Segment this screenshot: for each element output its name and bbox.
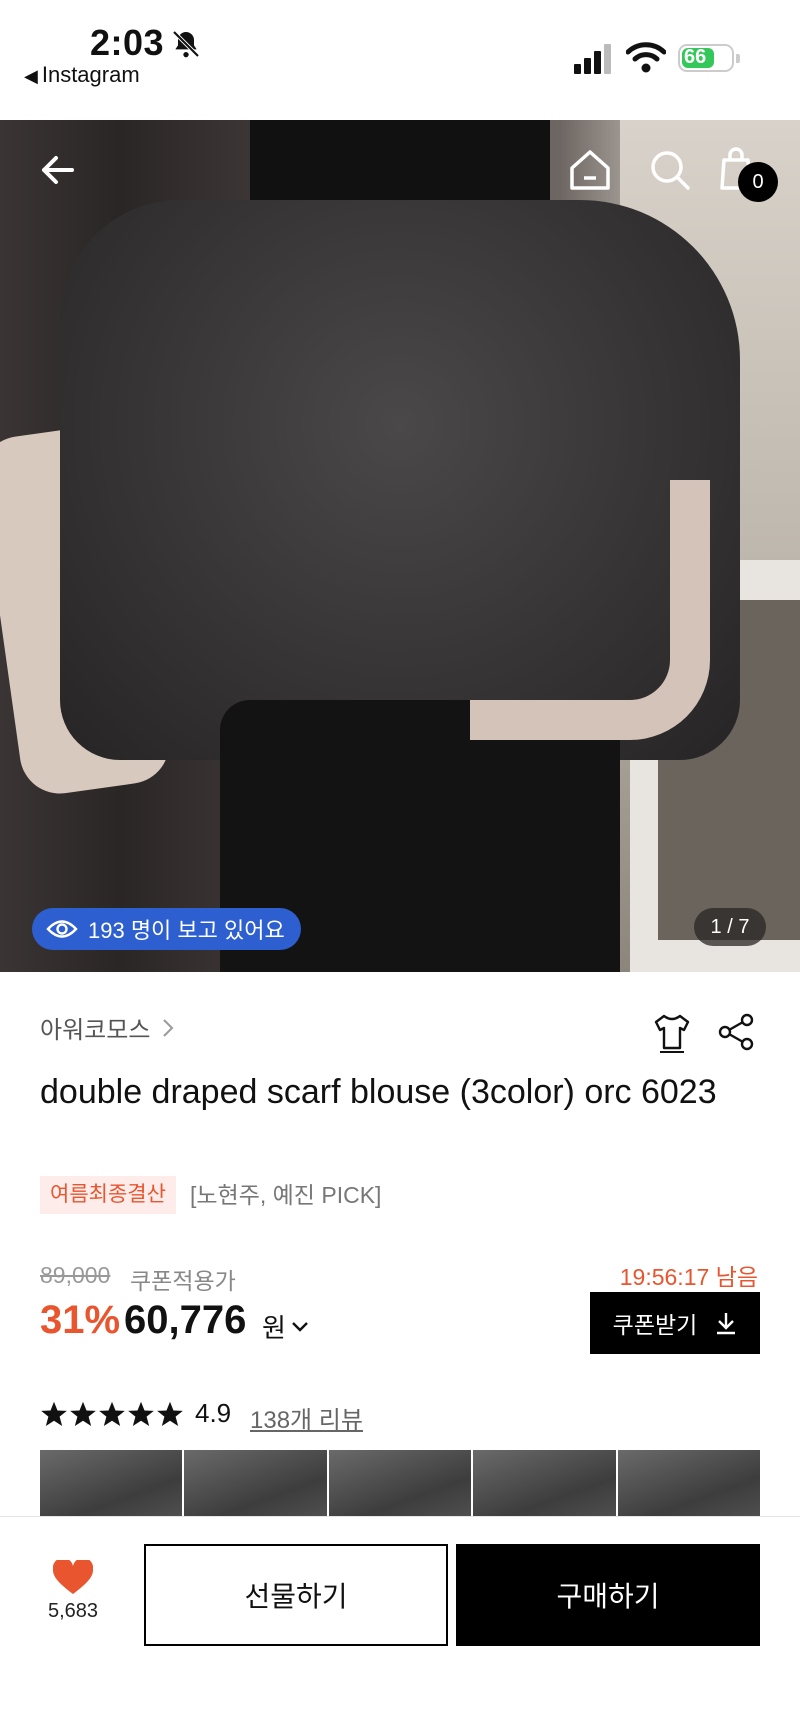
gift-button[interactable]: 선물하기 bbox=[144, 1544, 448, 1646]
discount-rate: 31% bbox=[40, 1298, 121, 1342]
coupon-button-label: 쿠폰받기 bbox=[612, 1312, 698, 1338]
tshirt-size-icon[interactable] bbox=[650, 1010, 694, 1054]
price-detail-toggle[interactable]: 원 bbox=[262, 1308, 310, 1345]
download-icon bbox=[717, 1313, 736, 1335]
viewers-text: 193 명이 보고 있어요 bbox=[88, 918, 285, 943]
chevron-down-icon bbox=[292, 1321, 308, 1332]
product-image[interactable] bbox=[0, 120, 800, 972]
eye-icon bbox=[46, 920, 78, 938]
home-icon[interactable] bbox=[560, 140, 620, 200]
star-icon bbox=[70, 1401, 96, 1426]
battery-level: 66 bbox=[684, 46, 707, 68]
coupon-button[interactable]: 쿠폰받기 bbox=[590, 1292, 760, 1354]
product-page: 2:03 ◀ Instagram 66 0 193 명이 보고 있어요 1 / … bbox=[0, 0, 800, 1735]
viewers-badge: 193 명이 보고 있어요 bbox=[32, 908, 301, 950]
brand-name: 아워코모스 bbox=[40, 1017, 151, 1044]
rating-value: 4.9 bbox=[195, 1398, 232, 1428]
star-icon bbox=[157, 1401, 183, 1426]
status-time: 2:03 bbox=[90, 22, 165, 63]
back-triangle-icon: ◀ bbox=[24, 66, 38, 86]
buy-button[interactable]: 구매하기 bbox=[456, 1544, 760, 1646]
wifi-icon bbox=[626, 42, 666, 73]
back-to-app-link[interactable]: ◀ Instagram bbox=[24, 62, 140, 88]
review-link[interactable]: 138개 리뷰 bbox=[250, 1400, 363, 1435]
sale-price: 60,776 bbox=[124, 1298, 247, 1342]
like-count: 5,683 bbox=[47, 1600, 99, 1622]
search-icon[interactable] bbox=[640, 140, 700, 200]
original-price: 89,000 bbox=[40, 1262, 111, 1288]
pick-label: [노현주, 예진 PICK] bbox=[190, 1182, 382, 1208]
chevron-right-icon bbox=[163, 1018, 174, 1037]
review-photo[interactable] bbox=[617, 1450, 760, 1516]
currency-label: 원 bbox=[262, 1313, 286, 1343]
signal-icon bbox=[574, 44, 611, 74]
review-photo-strip bbox=[40, 1450, 760, 1516]
star-icon bbox=[41, 1401, 67, 1426]
cart-count-badge: 0 bbox=[738, 162, 778, 202]
review-photo[interactable] bbox=[328, 1450, 472, 1516]
image-counter: 1 / 7 bbox=[694, 908, 766, 946]
star-icon bbox=[128, 1401, 154, 1426]
back-arrow-icon[interactable] bbox=[30, 140, 90, 200]
rating-stars: 4.9 bbox=[40, 1398, 231, 1429]
battery-icon: 66 bbox=[678, 44, 740, 72]
bell-slash-icon bbox=[172, 30, 200, 58]
promo-tag: 여름최종결산 bbox=[40, 1176, 176, 1214]
like-button[interactable]: 5,683 bbox=[30, 1560, 116, 1623]
share-icon[interactable] bbox=[714, 1010, 758, 1054]
coupon-timer: 19:56:17 남음 bbox=[619, 1264, 758, 1290]
review-photo[interactable] bbox=[473, 1450, 616, 1516]
product-title: double draped scarf blouse (3color) orc … bbox=[40, 1073, 717, 1111]
status-bar: 2:03 ◀ Instagram 66 bbox=[0, 0, 800, 120]
coupon-price-label: 쿠폰적용가 bbox=[130, 1268, 236, 1294]
back-app-label: Instagram bbox=[41, 62, 140, 87]
star-icon bbox=[99, 1401, 125, 1426]
brand-link[interactable]: 아워코모스 bbox=[40, 1010, 176, 1045]
review-photo[interactable] bbox=[40, 1450, 183, 1516]
heart-icon bbox=[53, 1560, 93, 1594]
review-photo[interactable] bbox=[184, 1450, 327, 1516]
